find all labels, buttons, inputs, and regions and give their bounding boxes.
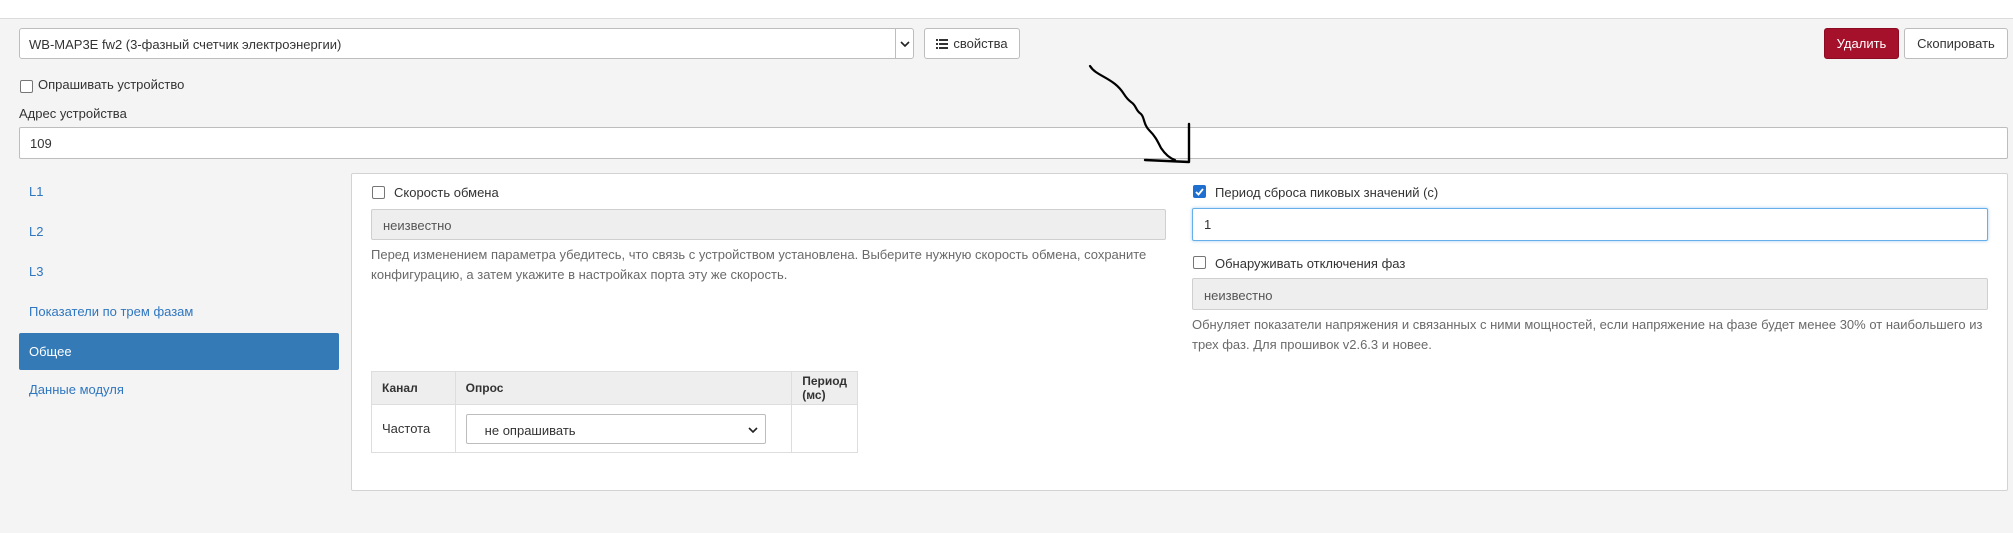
list-icon <box>936 38 949 49</box>
channel-name: Частота <box>371 404 456 453</box>
phase-loss-value: неизвестно <box>1204 288 1273 303</box>
sidebar-item-module-data[interactable]: Данные модуля <box>29 382 124 397</box>
hand-drawn-arrow-icon <box>1088 64 1191 164</box>
sidebar-item-general-label: Общее <box>29 344 72 359</box>
channels-table: Канал Опрос Период (мс) Частота не опраш… <box>371 371 858 453</box>
poll-device-label: Опрашивать устройство <box>38 77 185 92</box>
copy-button[interactable]: Скопировать <box>1904 28 2008 59</box>
sidebar-item-general[interactable]: Общее <box>19 333 339 370</box>
poll-select-value: не опрашивать <box>484 422 576 438</box>
properties-label: свойства <box>953 36 1008 51</box>
sidebar-item-l2[interactable]: L2 <box>29 224 43 239</box>
top-bar <box>0 0 2013 19</box>
address-input[interactable]: 109 <box>19 127 2008 159</box>
table-header-row: Канал Опрос Период (мс) <box>371 371 858 405</box>
properties-button[interactable]: свойства <box>924 28 1020 59</box>
column-header-period: Период (мс) <box>791 371 858 405</box>
poll-select[interactable]: не опрашивать <box>465 413 766 444</box>
sidebar-item-three-phase[interactable]: Показатели по трем фазам <box>29 304 193 319</box>
device-select-value: WB-MAP3E fw2 (3-фазный счетчик электроэн… <box>29 37 342 52</box>
delete-label: Удалить <box>1836 36 1887 51</box>
sidebar-item-l3[interactable]: L3 <box>29 264 43 279</box>
table-row: Частота не опрашивать <box>371 404 858 453</box>
baud-checkbox[interactable] <box>372 186 385 199</box>
delete-button[interactable]: Удалить <box>1824 28 1899 59</box>
poll-cell: не опрашивать <box>454 404 793 453</box>
baud-help: Перед изменением параметра убедитесь, чт… <box>371 247 1147 282</box>
copy-label: Скопировать <box>1917 36 1995 51</box>
address-label: Адрес устройства <box>19 106 127 121</box>
phase-loss-help: Обнуляет показатели напряжения и связанн… <box>1192 317 1983 352</box>
phase-loss-label: Обнаруживать отключения фаз <box>1215 256 1406 271</box>
period-cell <box>791 404 858 453</box>
checkmark-icon <box>1195 187 1204 196</box>
baud-field: неизвестно <box>371 209 1166 240</box>
peak-reset-label: Период сброса пиковых значений (с) <box>1215 185 1439 200</box>
phase-loss-checkbox[interactable] <box>1193 256 1206 269</box>
column-header-channel: Канал <box>371 371 456 405</box>
chevron-down-icon[interactable] <box>895 29 913 58</box>
peak-reset-value: 1 <box>1204 217 1212 232</box>
address-value: 109 <box>30 136 52 151</box>
poll-device-checkbox[interactable] <box>20 80 33 93</box>
column-header-poll: Опрос <box>454 371 793 405</box>
phase-loss-field: неизвестно <box>1192 278 1988 310</box>
peak-reset-input[interactable]: 1 <box>1192 208 1988 241</box>
device-select[interactable]: WB-MAP3E fw2 (3-фазный счетчик электроэн… <box>19 28 914 59</box>
sidebar-item-l1[interactable]: L1 <box>29 184 43 199</box>
baud-label: Скорость обмена <box>394 185 499 200</box>
peak-reset-checkbox[interactable] <box>1193 185 1206 198</box>
chevron-down-icon <box>748 426 758 433</box>
baud-value: неизвестно <box>383 218 452 233</box>
